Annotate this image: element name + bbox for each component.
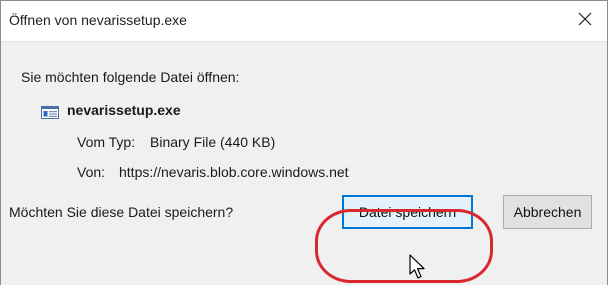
file-source-url: https://nevaris.blob.core.windows.net: [119, 164, 349, 180]
save-question: Möchten Sie diese Datei speichern?: [9, 204, 234, 220]
cancel-button[interactable]: Abbrechen: [503, 195, 592, 229]
open-prompt: Sie möchten folgende Datei öffnen:: [21, 69, 240, 85]
dialog-title: Öffnen von nevarissetup.exe: [9, 12, 187, 28]
file-source-label: Von:: [77, 164, 106, 180]
file-open-dialog: Öffnen von nevarissetup.exe Sie möchten …: [0, 0, 608, 285]
application-window-icon: [41, 106, 59, 119]
close-icon: [578, 12, 592, 26]
file-type-value: Binary File (440 KB): [150, 134, 276, 150]
close-button[interactable]: [563, 1, 607, 37]
dialog-body: Sie möchten folgende Datei öffnen: nevar…: [1, 41, 607, 285]
save-file-button[interactable]: Datei speichern: [342, 195, 473, 229]
file-name: nevarissetup.exe: [67, 102, 181, 118]
file-type-label: Vom Typ:: [77, 134, 136, 150]
title-bar: Öffnen von nevarissetup.exe: [1, 1, 607, 37]
